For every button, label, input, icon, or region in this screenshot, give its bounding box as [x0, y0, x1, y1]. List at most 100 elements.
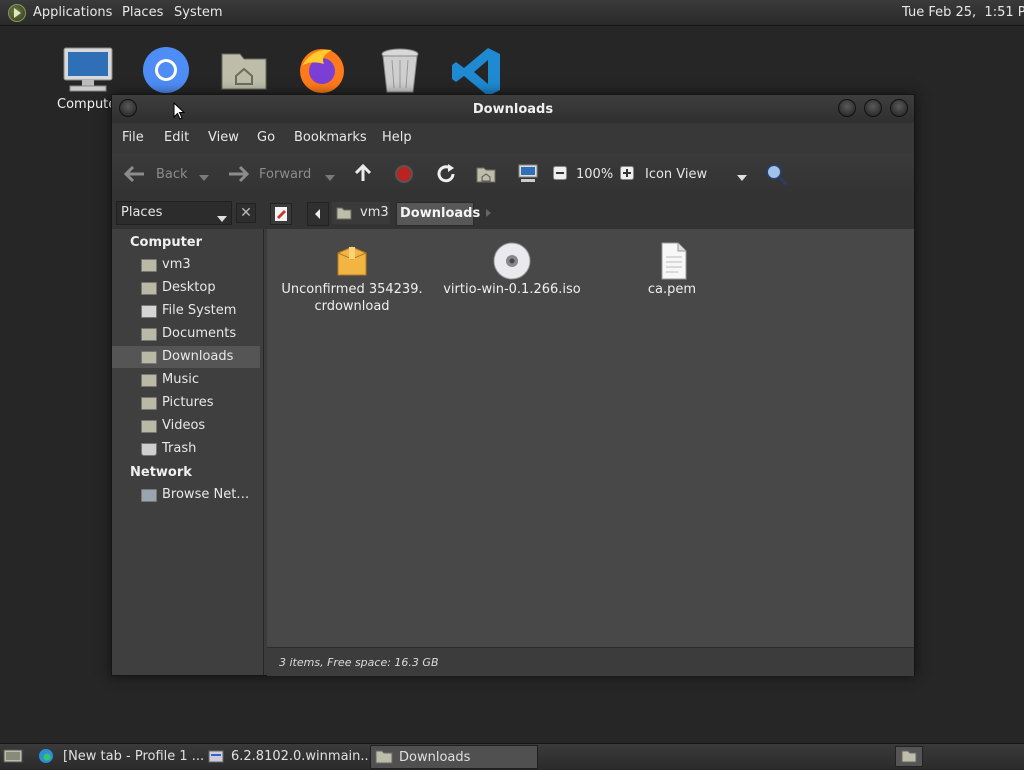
music-folder-icon — [141, 374, 157, 387]
path-scroll-left-icon[interactable] — [307, 202, 329, 226]
top-panel: Applications Places System Tue Feb 25, 1… — [0, 0, 1024, 26]
sidebar-item-browse-network[interactable]: Browse Net… — [112, 484, 260, 506]
file-view[interactable]: Unconfirmed 354239. crdownload virtio-wi… — [267, 229, 914, 675]
forward-history-dropdown-icon[interactable] — [325, 170, 335, 185]
location-edit-toggle-icon[interactable] — [270, 203, 292, 225]
sidebar-header-computer: Computer — [130, 235, 203, 250]
sidebar-item-label: Desktop — [162, 280, 216, 295]
titlebar[interactable]: Downloads — [112, 95, 914, 123]
menu-help[interactable]: Help — [382, 130, 412, 145]
sidebar-item-trash[interactable]: Trash — [112, 438, 260, 460]
window-title: Downloads — [472, 102, 554, 117]
mouse-cursor-icon — [173, 101, 186, 124]
vscode-icon[interactable] — [450, 44, 506, 100]
menu-logo-icon[interactable] — [8, 4, 26, 22]
menu-go[interactable]: Go — [257, 130, 275, 145]
sidebar-item-music[interactable]: Music — [112, 369, 260, 391]
menubar: File Edit View Go Bookmarks Help — [112, 123, 914, 153]
trash-icon — [141, 443, 157, 456]
sidebar-item-desktop[interactable]: Desktop — [112, 277, 260, 299]
computer-icon[interactable] — [60, 44, 116, 100]
path-segment-downloads[interactable]: Downloads — [396, 202, 480, 226]
desktop-folder-icon — [141, 282, 157, 295]
sidebar-item-vm3[interactable]: vm3 — [112, 254, 260, 276]
sidebar-item-label: Pictures — [162, 395, 214, 410]
back-arrow-icon[interactable] — [123, 164, 147, 188]
workspace-switcher-icon[interactable] — [895, 746, 923, 767]
search-icon[interactable] — [764, 162, 788, 190]
zoom-in-icon[interactable] — [620, 166, 634, 184]
menu-file[interactable]: File — [122, 130, 144, 145]
home-folder-icon — [336, 206, 352, 224]
sidebar-places-label: Places — [121, 205, 163, 220]
back-button[interactable]: Back — [156, 167, 188, 182]
menu-view[interactable]: View — [208, 130, 239, 145]
file-manager-window: Downloads File Edit View Go Bookmarks He… — [111, 94, 915, 676]
network-icon — [141, 489, 157, 502]
file-item[interactable]: ca.pem — [587, 241, 757, 298]
path-segment-vm3[interactable]: vm3 — [332, 202, 390, 224]
applications-menu[interactable]: Applications — [33, 5, 112, 20]
sidebar-places-select[interactable]: Places — [116, 201, 232, 225]
sidebar-item-pictures[interactable]: Pictures — [112, 392, 260, 414]
disc-icon — [427, 241, 597, 281]
trash-icon[interactable] — [372, 44, 428, 100]
path-segment-downloads-label: Downloads — [400, 206, 481, 221]
bottom-panel: [New tab - Profile 1 ... 6.2.8102.0.winm… — [0, 743, 1024, 769]
sidebar-item-videos[interactable]: Videos — [112, 415, 260, 437]
installer-icon — [208, 748, 224, 768]
home-folder-icon — [141, 259, 157, 272]
maximize-button[interactable] — [864, 99, 882, 117]
downloads-folder-icon — [141, 351, 157, 364]
sidebar-item-label: Music — [162, 372, 199, 387]
taskbar-task-installer[interactable]: 6.2.8102.0.winmain... — [204, 745, 373, 768]
up-arrow-icon[interactable] — [353, 163, 373, 189]
taskbar-task-label: 6.2.8102.0.winmain... — [231, 749, 373, 764]
path-scroll-right-icon[interactable] — [482, 202, 496, 228]
file-item[interactable]: Unconfirmed 354239. crdownload — [267, 241, 437, 315]
sidebar-item-downloads[interactable]: Downloads — [112, 346, 260, 368]
view-mode-dropdown-icon[interactable] — [737, 170, 747, 185]
sidebar-item-label: Trash — [162, 441, 197, 456]
sidebar-item-documents[interactable]: Documents — [112, 323, 260, 345]
videos-folder-icon — [141, 420, 157, 433]
file-item[interactable]: virtio-win-0.1.266.iso — [427, 241, 597, 298]
file-name: ca.pem — [647, 282, 697, 297]
taskbar-task-downloads[interactable]: Downloads — [370, 745, 538, 769]
computer-icon[interactable] — [517, 163, 539, 189]
forward-arrow-icon[interactable] — [226, 164, 250, 188]
view-mode-select[interactable]: Icon View — [645, 167, 707, 182]
zoom-level[interactable]: 100% — [576, 167, 613, 182]
computer-icon-label[interactable]: Compute — [57, 97, 116, 112]
clock[interactable]: Tue Feb 25, 1:51 PM — [902, 5, 1024, 20]
sidebar-item-label: Videos — [162, 418, 206, 433]
menu-edit[interactable]: Edit — [164, 130, 189, 145]
home-folder-icon[interactable] — [216, 44, 272, 100]
sidebar-item-file-system[interactable]: File System — [112, 300, 260, 322]
minimize-button[interactable] — [838, 99, 856, 117]
stop-icon[interactable] — [394, 164, 414, 188]
drive-icon — [141, 305, 157, 318]
pathbar: Places ✕ vm3 Downloads — [112, 195, 914, 229]
taskbar-task-label: [New tab - Profile 1 ... — [63, 749, 205, 764]
text-file-icon — [587, 241, 757, 281]
close-sidebar-icon[interactable]: ✕ — [236, 203, 256, 223]
zoom-out-icon[interactable] — [553, 166, 567, 184]
system-menu[interactable]: System — [174, 5, 222, 20]
sidebar-item-label: Browse Net… — [162, 487, 250, 502]
menu-bookmarks[interactable]: Bookmarks — [294, 130, 367, 145]
firefox-icon[interactable] — [294, 44, 350, 100]
home-icon[interactable] — [475, 164, 497, 188]
folder-icon — [375, 749, 393, 769]
taskbar-task-browser[interactable]: [New tab - Profile 1 ... — [34, 745, 205, 768]
reload-icon[interactable] — [435, 163, 457, 189]
places-menu[interactable]: Places — [122, 5, 163, 20]
show-desktop-icon[interactable] — [3, 748, 23, 768]
back-history-dropdown-icon[interactable] — [199, 170, 209, 185]
toolbar: Back Forward 100% Icon View — [112, 153, 914, 196]
path-segment-vm3-label: vm3 — [360, 205, 389, 220]
forward-button[interactable]: Forward — [259, 167, 311, 182]
chromium-icon[interactable] — [138, 44, 194, 100]
edge-icon — [38, 748, 54, 768]
close-button[interactable] — [890, 99, 908, 117]
